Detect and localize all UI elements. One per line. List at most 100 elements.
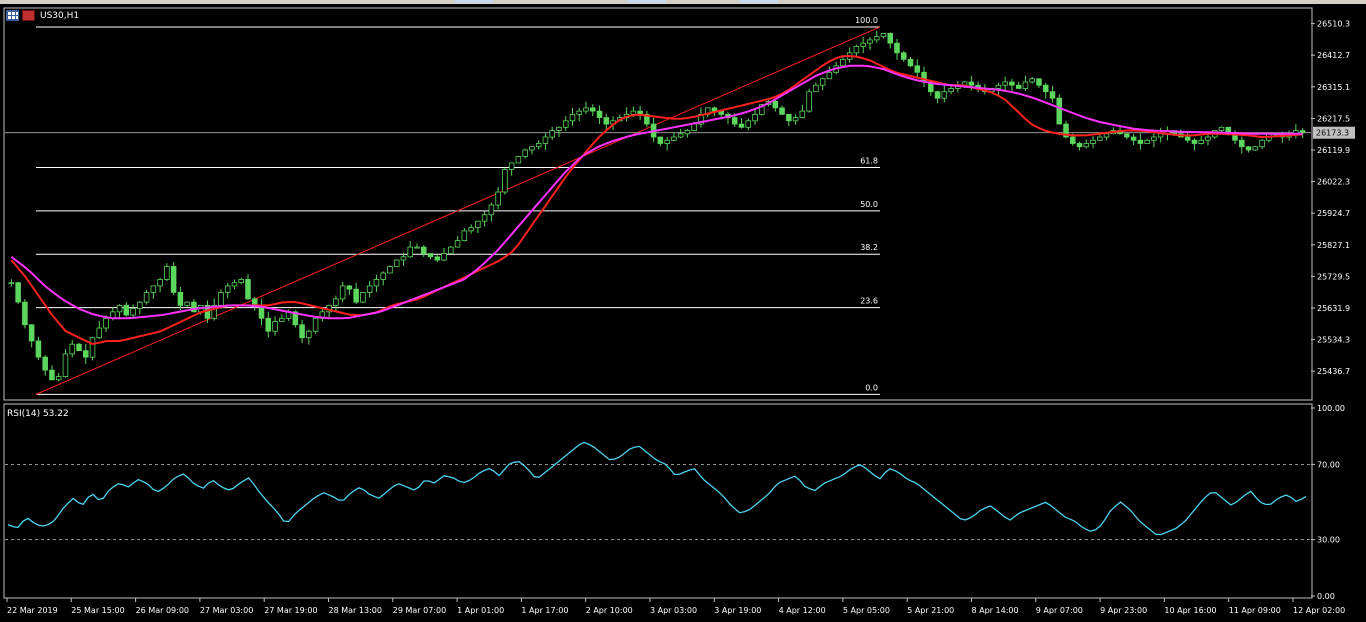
candle-body — [333, 298, 339, 306]
candle-body — [89, 337, 96, 358]
candle-body — [272, 321, 278, 332]
candle-body — [1205, 136, 1211, 141]
candle-body — [826, 71, 833, 80]
candle-body — [806, 91, 812, 112]
rsi-tick-label: 70.00 — [1317, 460, 1340, 469]
candle-body — [1245, 146, 1252, 151]
chart-draw-icon[interactable] — [22, 10, 35, 21]
candle — [15, 281, 21, 304]
fib-level-label: 61.8 — [860, 156, 878, 165]
time-tick-label: 10 Apr 16:00 — [1164, 606, 1216, 615]
rsi-label: RSI(14) 53.22 — [7, 409, 69, 419]
candle-body — [380, 272, 386, 280]
fib-level-label: 23.6 — [860, 297, 878, 306]
candle-body — [914, 65, 921, 73]
toolbar-tab[interactable] — [455, 0, 493, 3]
candle — [502, 167, 508, 195]
candle-body — [400, 256, 407, 261]
candle — [515, 155, 522, 164]
candle-body — [495, 191, 501, 206]
candle-body — [677, 133, 684, 138]
candle-body — [346, 285, 353, 290]
candle-body — [164, 266, 170, 280]
price-chart[interactable]: 100.0 61.8 50.0 38.2 23.6 0.0 26510.3 26412.7 2… — [0, 4, 1366, 622]
candle-body — [62, 353, 69, 377]
candle-body — [184, 301, 190, 306]
candle-body — [1042, 84, 1049, 93]
time-tick-label: 9 Apr 23:00 — [1100, 606, 1147, 615]
candle-body — [819, 78, 826, 86]
time-tick-label: 5 Apr 21:00 — [907, 606, 954, 615]
candle-body — [15, 282, 21, 303]
candle-body — [900, 52, 907, 60]
candle-body — [130, 308, 136, 316]
candle-body — [522, 149, 528, 157]
toolbar-tab[interactable] — [628, 0, 666, 3]
time-tick-label: 12 Apr 02:00 — [1293, 606, 1345, 615]
candle-body — [103, 317, 109, 329]
price-tick-label: 26119.9 — [1317, 146, 1350, 155]
candle-body — [542, 136, 549, 144]
price-tick-label: 26022.3 — [1317, 178, 1350, 187]
candle-body — [583, 107, 589, 112]
price-tick-label: 26510.3 — [1317, 20, 1350, 29]
candle-body — [1299, 130, 1306, 134]
time-tick-label: 25 Mar 15:00 — [71, 606, 124, 615]
candle-body — [671, 136, 677, 141]
candle-body — [1191, 139, 1198, 144]
candle-body — [218, 292, 224, 306]
price-tick-label: 25924.7 — [1317, 209, 1350, 218]
candle-body — [630, 110, 637, 115]
candle-body — [69, 343, 75, 355]
candle-body — [8, 282, 15, 285]
rsi-tick-label: 100.00 — [1317, 404, 1345, 413]
price-tick-label: 25631.9 — [1317, 304, 1350, 313]
chart-grid-icon[interactable] — [6, 10, 19, 21]
candle-body — [177, 292, 184, 306]
time-tick-label: 22 Mar 2019 — [7, 606, 58, 615]
price-tick-label: 25827.1 — [1317, 241, 1350, 250]
rsi-tick-label: 0.00 — [1317, 592, 1335, 601]
candle-body — [1184, 136, 1191, 141]
candle-body — [441, 253, 447, 261]
candle-body — [265, 317, 272, 332]
candle-body — [1022, 81, 1029, 89]
candle-body — [1083, 143, 1090, 148]
candle-body — [339, 285, 346, 300]
candle-body — [360, 292, 366, 303]
candle-body — [873, 36, 880, 41]
toolbar-tab[interactable] — [740, 0, 778, 3]
candle-body — [664, 139, 670, 144]
time-tick-label: 3 Apr 03:00 — [650, 606, 697, 615]
price-tick-label: 25729.5 — [1317, 272, 1350, 281]
candle-body — [245, 279, 251, 300]
candle-body — [224, 285, 231, 293]
candle-body — [1252, 146, 1259, 151]
candle-body — [1239, 139, 1245, 148]
time-tick-label: 4 Apr 12:00 — [779, 606, 826, 615]
candle-body — [150, 285, 157, 293]
candle-body — [1015, 84, 1022, 89]
time-tick-label: 1 Apr 17:00 — [521, 606, 568, 615]
candle-body — [752, 113, 758, 122]
candle-body — [738, 123, 745, 128]
candle-body — [813, 84, 819, 93]
time-tick-label: 27 Mar 19:00 — [264, 606, 317, 615]
candle-body — [840, 58, 846, 67]
time-tick-label: 29 Mar 07:00 — [393, 606, 446, 615]
candle — [360, 292, 366, 304]
price-tick-label: 25436.7 — [1317, 367, 1350, 376]
candle-body — [137, 301, 143, 309]
candle-body — [306, 330, 312, 339]
candle-body — [1056, 97, 1063, 125]
candle-body — [251, 298, 258, 306]
candle-body — [1076, 143, 1083, 148]
candle-body — [387, 266, 393, 274]
candle-body — [853, 45, 860, 54]
candle-body — [157, 279, 163, 287]
chart-title: US30,H1 — [6, 10, 79, 21]
candle-body — [1069, 136, 1076, 144]
candle-body — [55, 376, 62, 381]
price-tick-label: 26315.1 — [1317, 83, 1350, 92]
candle-body — [28, 324, 35, 342]
